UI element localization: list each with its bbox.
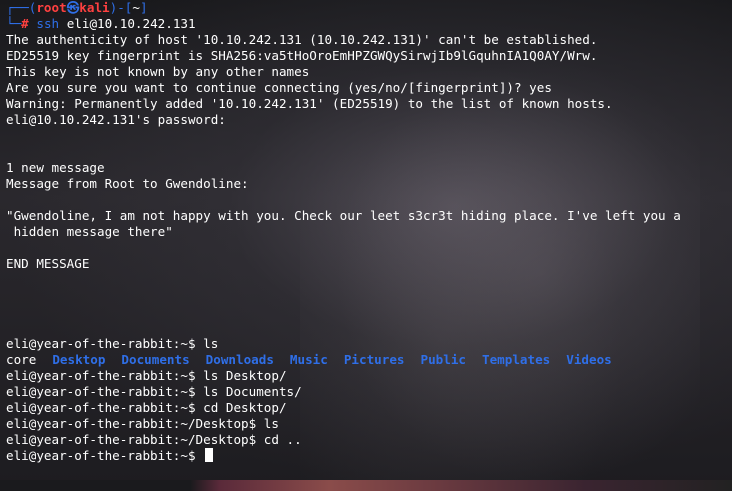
prompt-frame-mid: )-[ — [109, 0, 133, 15]
output-line: This key is not known by any other names — [6, 64, 310, 79]
history-line: eli@year-of-the-rabbit:~/Desktop$ cd .. — [6, 432, 302, 447]
ls-output-line: core Desktop Documents Downloads Music Pictur… — [6, 352, 732, 368]
ls-dir-downloads: Downloads — [205, 352, 274, 367]
terminal-window[interactable]: ┌──(root㉿kali)-[~] └─# ssh eli@10.10.242… — [0, 0, 732, 491]
prompt-hash: # — [21, 16, 29, 31]
ls-dir-documents: Documents — [121, 352, 190, 367]
prompt-header-line: ┌──(root㉿kali)-[~] — [6, 0, 732, 16]
prompt-host: kali — [79, 0, 110, 15]
prompt-skull-icon: ㉿ — [66, 0, 80, 15]
output-line: ED25519 key fingerprint is SHA256:va5tHo… — [6, 48, 598, 63]
wallpaper-bottom-edge — [0, 480, 732, 491]
output-line: Warning: Permanently added '10.10.242.13… — [6, 96, 613, 111]
output-line: hidden message there" — [6, 224, 173, 239]
prompt-frame-end: ] — [139, 0, 148, 15]
prompt-frame-bottom: └─ — [6, 16, 22, 31]
ssh-output: The authenticity of host '10.10.242.131 … — [6, 32, 732, 352]
history-line: eli@year-of-the-rabbit:~$ cd Desktop/ — [6, 400, 287, 415]
prompt-command-line: └─# ssh eli@10.10.242.131 — [6, 16, 732, 32]
output-line: eli@10.10.242.131's password: — [6, 112, 226, 127]
output-line: The authenticity of host '10.10.242.131 … — [6, 32, 598, 47]
history-line: eli@year-of-the-rabbit:~/Desktop$ ls — [6, 416, 279, 431]
output-line: Are you sure you want to continue connec… — [6, 80, 552, 95]
history-line: eli@year-of-the-rabbit:~$ ls Desktop/ — [6, 368, 287, 383]
ls-dir-music: Music — [289, 352, 328, 367]
terminal-output: ┌──(root㉿kali)-[~] └─# ssh eli@10.10.242… — [6, 0, 732, 464]
command-args: eli@10.10.242.131 — [59, 16, 196, 31]
history-line: eli@year-of-the-rabbit:~$ ls Documents/ — [6, 384, 302, 399]
current-prompt-line[interactable]: eli@year-of-the-rabbit:~$ — [6, 448, 732, 464]
ls-dir-public: Public — [420, 352, 467, 367]
ls-dir-desktop: Desktop — [52, 352, 106, 367]
output-line: eli@year-of-the-rabbit:~$ ls — [6, 336, 219, 351]
output-line: END MESSAGE — [6, 256, 90, 271]
output-line: "Gwendoline, I am not happy with you. Ch… — [6, 208, 681, 223]
prompt-user: root — [36, 0, 67, 15]
command-name: ssh — [36, 16, 60, 31]
prompt-path: ~ — [132, 0, 140, 15]
prompt-frame-top: ┌──( — [6, 0, 37, 15]
ls-dir-templates: Templates — [482, 352, 551, 367]
ls-dir-pictures: Pictures — [343, 352, 405, 367]
text-cursor[interactable] — [205, 448, 214, 462]
output-line: Message from Root to Gwendoline: — [6, 176, 249, 191]
ls-file: core — [6, 352, 37, 367]
current-prompt: eli@year-of-the-rabbit:~$ — [6, 448, 204, 463]
output-line: 1 new message — [6, 160, 105, 175]
ls-dir-videos: Videos — [566, 352, 612, 367]
